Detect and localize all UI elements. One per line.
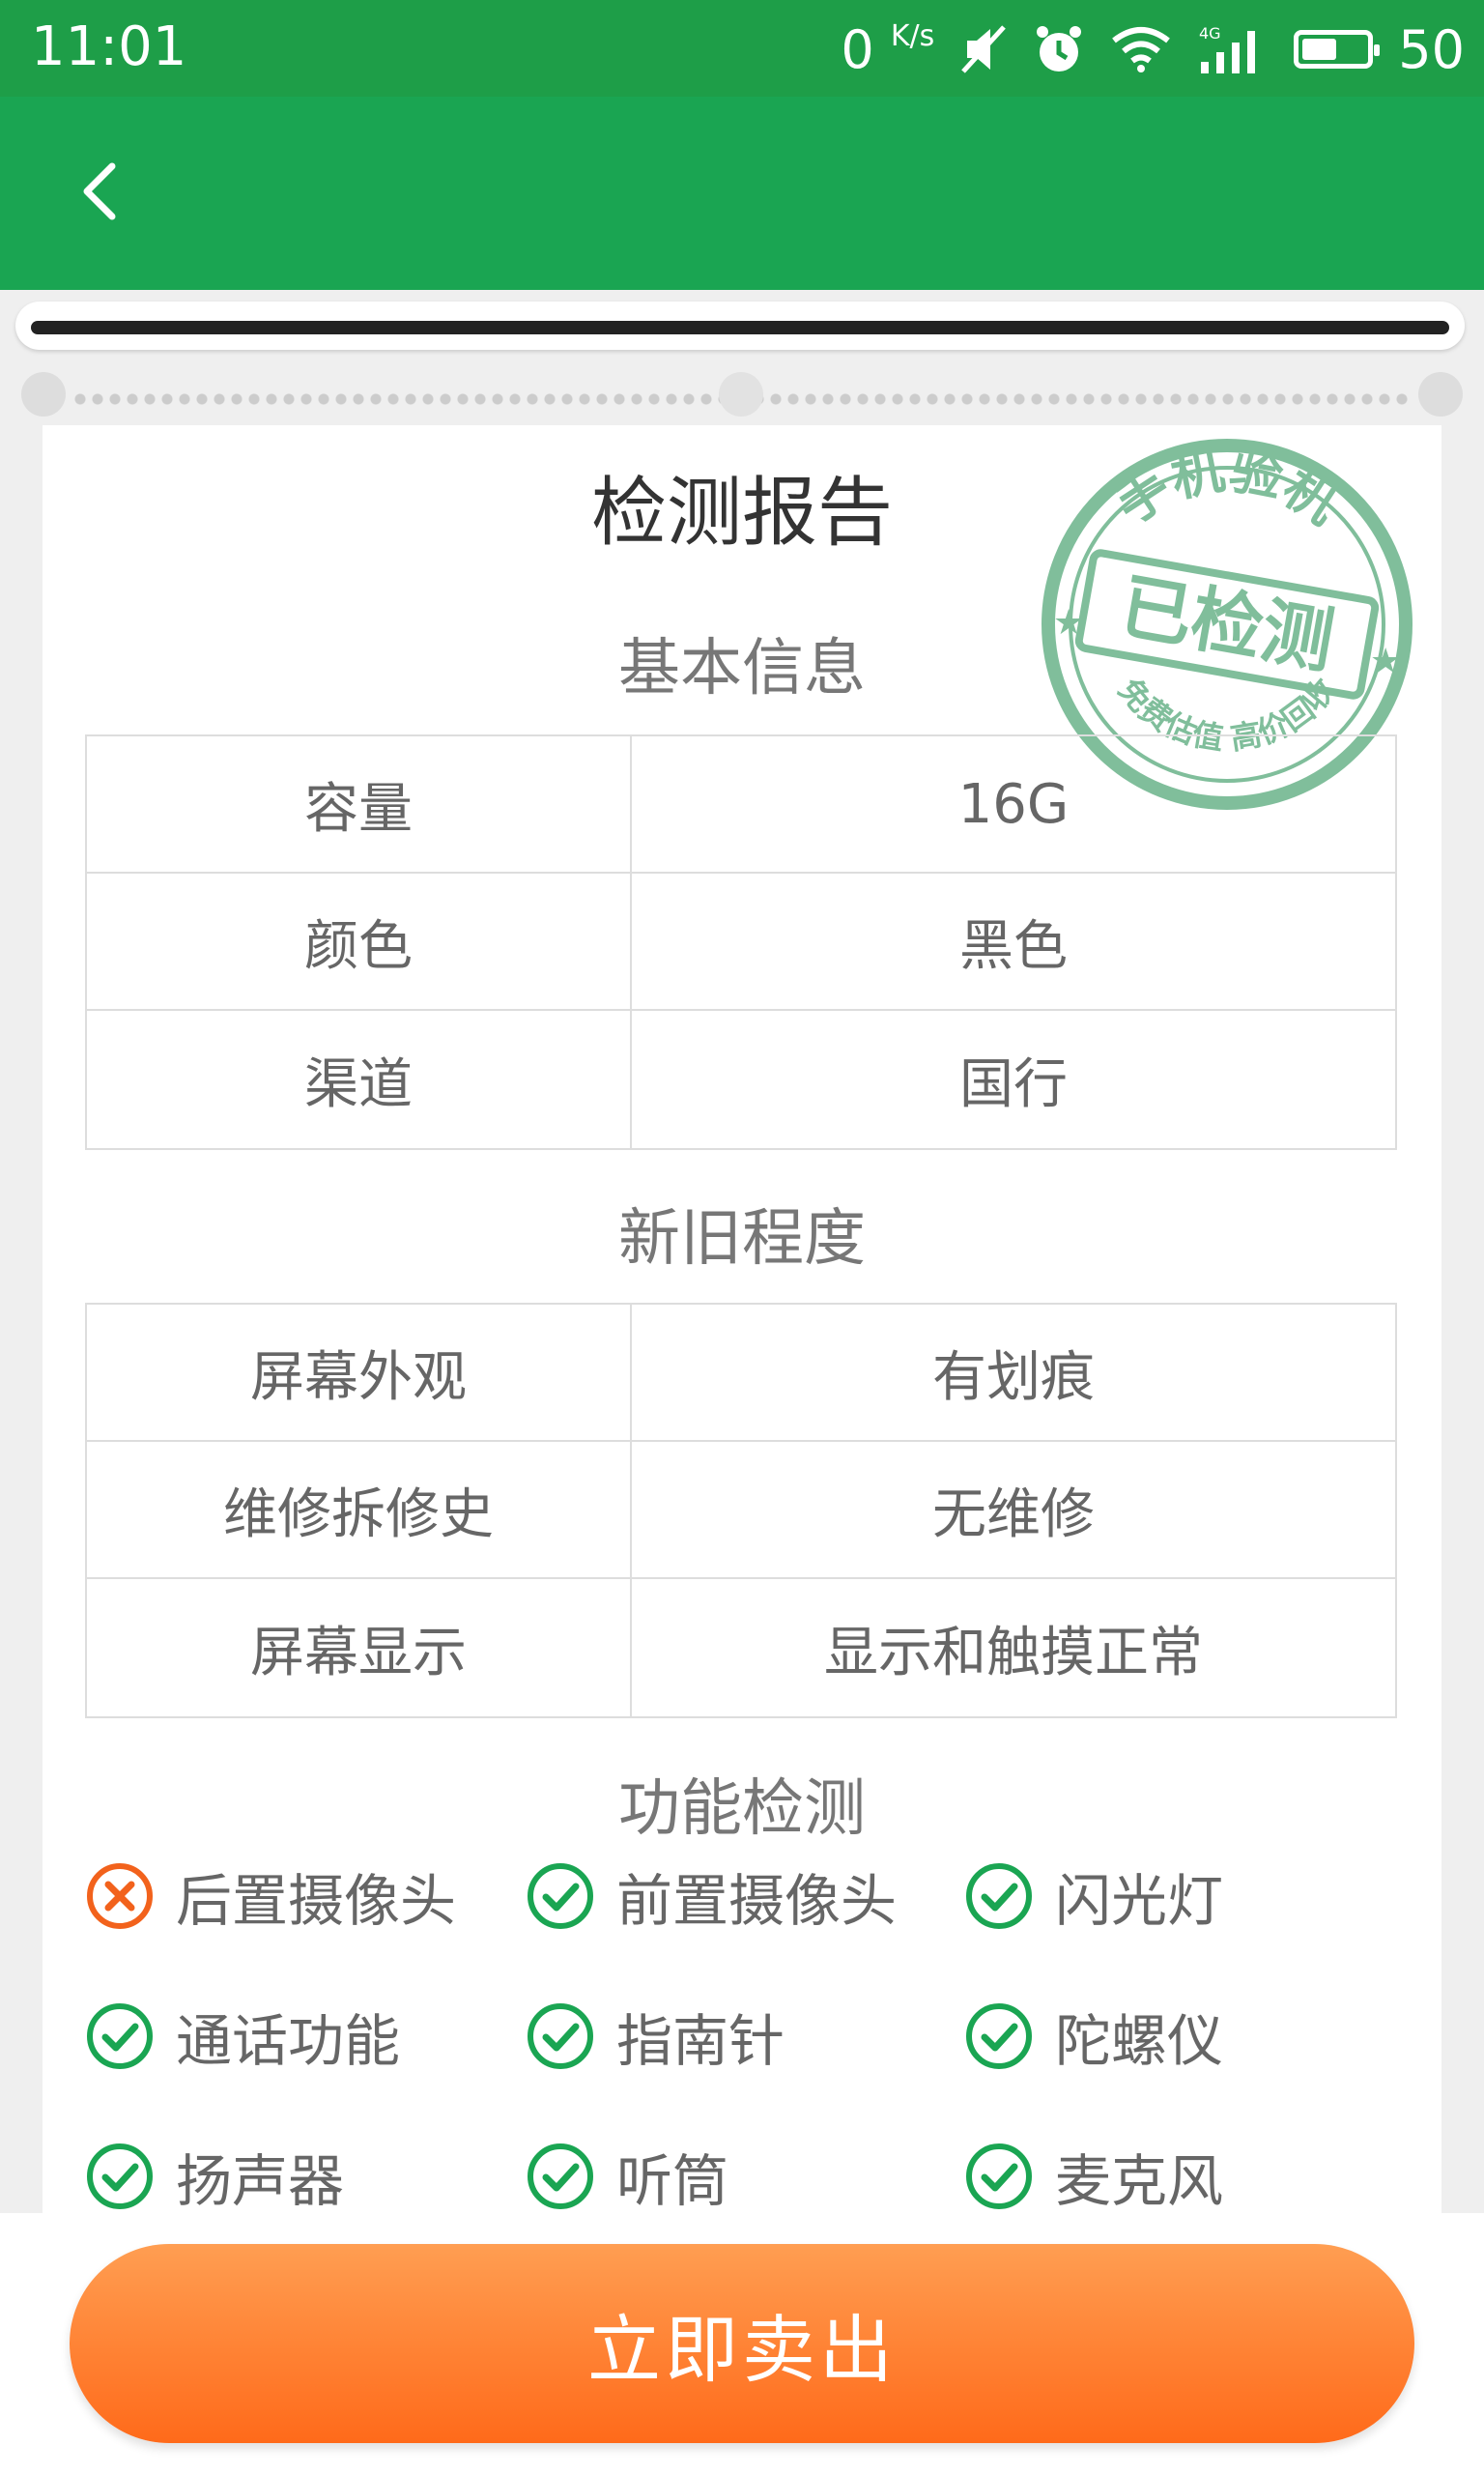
row-value: 16G [957, 772, 1070, 836]
bottom-action-bar: 立即卖出 [0, 2213, 1484, 2474]
table-row: 容量 16G [87, 736, 1395, 874]
battery-icon [1294, 30, 1381, 69]
row-label: 容量 [87, 736, 632, 872]
function-item-label: 指南针 [616, 2008, 785, 2074]
condition-table: 屏幕外观 有划痕 维修拆修史 无维修 屏幕显示 显示和触摸正常 [85, 1303, 1397, 1718]
function-item-label: 听筒 [616, 2148, 729, 2214]
table-row: 颜色 黑色 [87, 874, 1395, 1011]
table-row: 屏幕显示 显示和触摸正常 [87, 1579, 1395, 1716]
function-item: 麦克风 [964, 2136, 1223, 2217]
row-value: 有划痕 [932, 1345, 1095, 1409]
status-time: 11:01 [31, 15, 187, 78]
wifi-icon [1112, 27, 1171, 72]
chevron-left-icon [83, 162, 116, 220]
basic-info-table: 容量 16G 颜色 黑色 渠道 国行 [85, 734, 1397, 1150]
function-item: 陀螺仪 [964, 1996, 1223, 2077]
function-item: 指南针 [526, 1996, 785, 2077]
section-title-condition: 新旧程度 [618, 1203, 866, 1275]
check-circle-icon [966, 2143, 1032, 2209]
check-circle-icon [87, 2003, 153, 2069]
back-button[interactable] [60, 153, 137, 230]
signal-icon: 4G [1199, 24, 1256, 73]
svg-text:手机验机: 手机验机 [1104, 439, 1349, 535]
check-circle-icon [528, 2003, 593, 2069]
error-circle-icon [87, 1863, 153, 1929]
function-item-label: 闪光灯 [1055, 1868, 1224, 1934]
check-circle-icon [87, 2143, 153, 2209]
status-bar: 11:01 0 K/s 4G 50 [0, 0, 1484, 97]
table-row: 维修拆修史 无维修 [87, 1442, 1395, 1579]
function-item: 后置摄像头 [85, 1856, 456, 1937]
net-speed: 0 K/s [841, 18, 935, 80]
function-item: 听筒 [526, 2136, 728, 2217]
report-card: 检测报告 手机验机 已检测 ★ ★ 免费估值 高价回收 基本信息 容量 16G 颜… [43, 425, 1441, 2214]
row-value: 显示和触摸正常 [824, 1621, 1203, 1684]
row-value: 国行 [959, 1052, 1068, 1116]
row-label: 颜色 [87, 874, 632, 1009]
check-circle-icon [528, 1863, 593, 1929]
section-title-basic-info: 基本信息 [618, 633, 866, 705]
check-circle-icon [966, 1863, 1032, 1929]
toolbar [0, 97, 1484, 290]
function-item-label: 麦克风 [1055, 2148, 1224, 2214]
row-label: 屏幕外观 [87, 1305, 632, 1440]
section-title-functions: 功能检测 [618, 1773, 866, 1845]
row-label: 渠道 [87, 1011, 632, 1148]
row-value: 黑色 [959, 914, 1068, 978]
row-value: 无维修 [932, 1482, 1095, 1546]
svg-text:4G: 4G [1199, 24, 1221, 43]
alarm-icon [1037, 26, 1082, 72]
mute-icon [961, 25, 1007, 73]
row-label: 屏幕显示 [87, 1579, 632, 1716]
battery-level: 50 [1398, 18, 1465, 80]
table-row: 渠道 国行 [87, 1011, 1395, 1148]
check-circle-icon [966, 2003, 1032, 2069]
function-item: 通话功能 [85, 1996, 400, 2077]
function-item-label: 陀螺仪 [1055, 2008, 1224, 2074]
row-label: 维修拆修史 [87, 1442, 632, 1577]
function-item: 扬声器 [85, 2136, 344, 2217]
perforation-divider [21, 372, 1463, 426]
function-item-label: 通话功能 [176, 2008, 401, 2074]
table-row: 屏幕外观 有划痕 [87, 1305, 1395, 1442]
sell-now-button[interactable]: 立即卖出 [70, 2244, 1414, 2443]
check-circle-icon [528, 2143, 593, 2209]
function-item: 闪光灯 [964, 1856, 1223, 1937]
function-item-label: 扬声器 [176, 2148, 345, 2214]
function-item-label: 后置摄像头 [176, 1868, 457, 1934]
status-icons: 0 K/s 4G 50 [841, 15, 1465, 83]
function-item-label: 前置摄像头 [616, 1868, 898, 1934]
printer-slot [15, 302, 1465, 350]
function-item: 前置摄像头 [526, 1856, 897, 1937]
